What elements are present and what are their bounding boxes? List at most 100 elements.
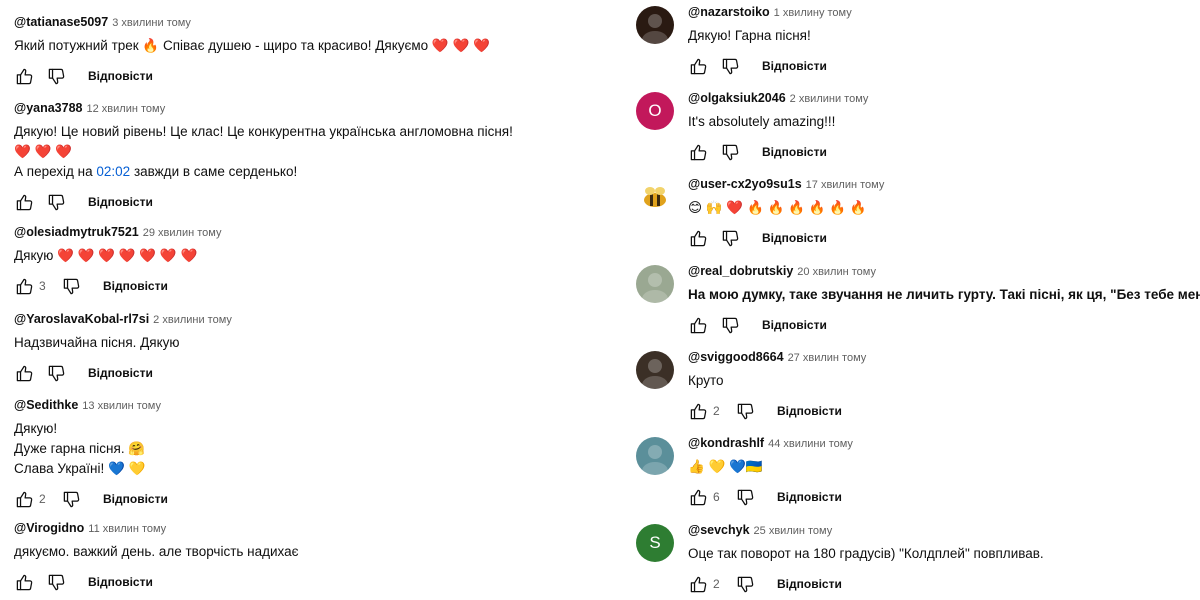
- like-button[interactable]: [688, 401, 708, 421]
- reply-button[interactable]: Відповісти: [103, 492, 168, 506]
- dislike-button[interactable]: [61, 276, 81, 296]
- avatar[interactable]: [636, 6, 674, 44]
- dislike-button[interactable]: [735, 487, 755, 507]
- comment-author[interactable]: @olgaksiuk2046: [688, 91, 786, 105]
- comment-item: @Sedithke 13 хвилин тому Дякую! Дуже гарна …: [14, 397, 594, 511]
- comment-author[interactable]: @sevchyk: [688, 523, 750, 537]
- dislike-button[interactable]: [46, 66, 66, 86]
- reply-button[interactable]: Відповісти: [762, 145, 827, 159]
- avatar[interactable]: O: [636, 92, 674, 130]
- comment-time[interactable]: 12 хвилин тому: [87, 103, 166, 115]
- comment-text-line: It's absolutely amazing!!!: [688, 114, 836, 129]
- like-button[interactable]: [688, 315, 708, 335]
- like-button[interactable]: [14, 572, 34, 592]
- avatar[interactable]: [636, 351, 674, 389]
- comment-author[interactable]: @real_dobrutskiy: [688, 264, 793, 278]
- comment-author[interactable]: @yana3788: [14, 101, 83, 115]
- avatar[interactable]: [636, 178, 674, 216]
- reply-button[interactable]: Відповісти: [88, 69, 153, 83]
- reply-button[interactable]: Відповісти: [762, 59, 827, 73]
- comment-text-line: На мою думку, таке звучання не личить гу…: [688, 287, 1200, 302]
- comment-text: Дякую! Це новий рівень! Це клас! Це конк…: [14, 122, 594, 182]
- comment-author[interactable]: @nazarstoiko: [688, 5, 770, 19]
- like-button[interactable]: [14, 276, 34, 296]
- like-button[interactable]: [14, 66, 34, 86]
- comment-author[interactable]: @YaroslavaKobal-rl7si: [14, 312, 149, 326]
- thumbs-up-icon: [16, 491, 32, 507]
- dislike-button[interactable]: [735, 574, 755, 594]
- comment-time[interactable]: 29 хвилин тому: [143, 227, 222, 239]
- dislike-button[interactable]: [46, 363, 66, 383]
- comment-text-line: А перехід на 02:02 завжди в саме сердень…: [14, 162, 594, 182]
- comment-time[interactable]: 2 хвилини тому: [153, 314, 232, 326]
- avatar[interactable]: S: [636, 524, 674, 562]
- comment-author[interactable]: @kondrashlf: [688, 436, 764, 450]
- reply-button[interactable]: Відповісти: [777, 404, 842, 418]
- comment-actions: 2 Відповісти: [688, 572, 1200, 596]
- like-button[interactable]: [14, 363, 34, 383]
- dislike-button[interactable]: [720, 315, 740, 335]
- dislike-button[interactable]: [735, 401, 755, 421]
- comment-text-line: Дякую! Це новий рівень! Це клас! Це конк…: [14, 124, 513, 139]
- avatar-letter: S: [649, 533, 661, 552]
- like-button[interactable]: [688, 56, 708, 76]
- reply-button[interactable]: Відповісти: [88, 575, 153, 589]
- comment-time[interactable]: 2 хвилини тому: [790, 93, 869, 105]
- reply-button[interactable]: Відповісти: [88, 195, 153, 209]
- avatar[interactable]: [636, 265, 674, 303]
- comment-author[interactable]: @user-cx2yo9su1s: [688, 177, 802, 191]
- dislike-button[interactable]: [720, 228, 740, 248]
- comment-time[interactable]: 44 хвилини тому: [768, 438, 853, 450]
- thumbs-up-icon: [690, 58, 706, 74]
- like-button[interactable]: [688, 228, 708, 248]
- like-button[interactable]: [688, 574, 708, 594]
- like-button[interactable]: [14, 489, 34, 509]
- like-count: 6: [713, 490, 720, 504]
- like-button[interactable]: [688, 487, 708, 507]
- comment-author[interactable]: @Sedithke: [14, 398, 78, 412]
- comment-text: It's absolutely amazing!!!: [688, 112, 1200, 132]
- comment-author[interactable]: @tatianase5097: [14, 15, 108, 29]
- dislike-button[interactable]: [46, 192, 66, 212]
- comment-time[interactable]: 13 хвилин тому: [82, 400, 161, 412]
- photo-avatar-icon: [642, 359, 668, 389]
- like-button[interactable]: [14, 192, 34, 212]
- reply-button[interactable]: Відповісти: [88, 366, 153, 380]
- comment-author[interactable]: @olesiadmytruk7521: [14, 225, 139, 239]
- dislike-button[interactable]: [720, 56, 740, 76]
- comment-time[interactable]: 20 хвилин тому: [797, 266, 876, 278]
- thumbs-down-icon: [48, 194, 64, 210]
- comment-actions: Відповісти: [14, 190, 594, 214]
- comment-time[interactable]: 17 хвилин тому: [806, 179, 885, 191]
- dislike-button[interactable]: [61, 489, 81, 509]
- comment-actions: 6 Відповісти: [688, 485, 1200, 509]
- comment-time[interactable]: 1 хвилину тому: [774, 7, 852, 19]
- reply-button[interactable]: Відповісти: [777, 490, 842, 504]
- comment-body: @kondrashlf 44 хвилини тому 👍 💛 💙🇺🇦 6 Відпов…: [688, 435, 1200, 509]
- reply-button[interactable]: Відповісти: [777, 577, 842, 591]
- dislike-button[interactable]: [46, 572, 66, 592]
- comment-time[interactable]: 27 хвилин тому: [788, 352, 867, 364]
- thumbs-up-icon: [690, 230, 706, 246]
- comment-author[interactable]: @Virogidno: [14, 521, 84, 535]
- comment-text: На мою думку, таке звучання не личить гу…: [688, 285, 1200, 305]
- avatar[interactable]: [636, 437, 674, 475]
- comment-item: @tatianase5097 3 хвилини тому Який потужни…: [14, 14, 594, 88]
- like-button[interactable]: [688, 142, 708, 162]
- thumbs-up-icon: [690, 144, 706, 160]
- comment-time[interactable]: 11 хвилин тому: [88, 523, 166, 535]
- thumbs-up-icon: [16, 194, 32, 210]
- comment-meta: @tatianase5097 3 хвилини тому: [14, 14, 594, 30]
- comment-author[interactable]: @sviggood8664: [688, 350, 784, 364]
- comment-text: Дякую! Дуже гарна пісня. 🤗 Слава Україні! …: [14, 419, 594, 479]
- comment-time[interactable]: 3 хвилини тому: [112, 17, 191, 29]
- comment-time[interactable]: 25 хвилин тому: [754, 525, 833, 537]
- reply-button[interactable]: Відповісти: [762, 231, 827, 245]
- comment-body: @sevchyk 25 хвилин тому Оце так поворот на…: [688, 522, 1200, 596]
- like-count: 2: [713, 577, 720, 591]
- reply-button[interactable]: Відповісти: [762, 318, 827, 332]
- dislike-button[interactable]: [720, 142, 740, 162]
- timestamp-link[interactable]: 02:02: [96, 164, 130, 179]
- comment-text-line: Який потужний трек 🔥 Співає душею - щиро…: [14, 38, 490, 53]
- reply-button[interactable]: Відповісти: [103, 279, 168, 293]
